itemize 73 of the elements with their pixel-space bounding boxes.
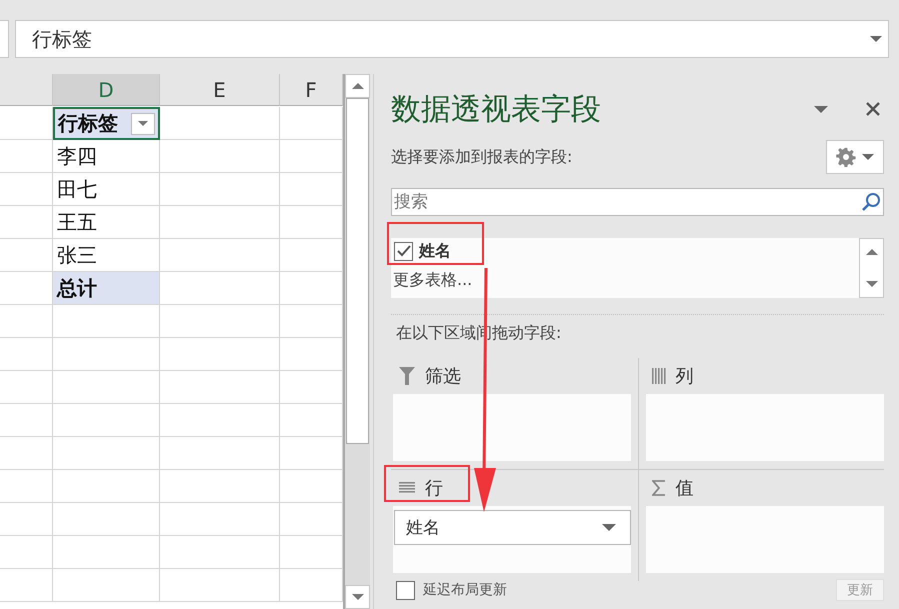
rows-icon <box>399 482 415 494</box>
total-cell: 总计 <box>53 272 160 305</box>
drop-area[interactable]: 姓名 <box>393 506 630 573</box>
scroll-down-button[interactable] <box>345 585 370 609</box>
column-header[interactable]: F <box>280 74 343 106</box>
more-tables-link[interactable]: 更多表格... <box>391 264 859 291</box>
table-cell: 王五 <box>53 206 160 239</box>
dropdown-caret-icon <box>870 36 882 42</box>
table-cell <box>0 371 53 404</box>
row-labels-cell[interactable]: 行标签 <box>53 107 160 140</box>
table-cell <box>280 140 343 173</box>
table-cell: 田七 <box>53 173 160 206</box>
area-label: 值 <box>676 477 694 500</box>
table-cell <box>280 437 343 470</box>
columns-icon <box>652 368 666 384</box>
formula-bar[interactable]: 行标签 <box>15 20 889 58</box>
settings-icon <box>836 147 856 167</box>
table-cell <box>280 404 343 437</box>
filter-dropdown-button[interactable] <box>131 112 155 134</box>
table-cell <box>280 503 343 536</box>
scroll-up-button[interactable] <box>345 74 370 98</box>
column-header[interactable]: D <box>53 74 160 106</box>
down-arrow-icon <box>866 281 878 287</box>
table-cell <box>280 272 343 305</box>
table-cell <box>280 470 343 503</box>
table-cell <box>0 173 53 206</box>
area-label: 筛选 <box>425 365 461 388</box>
checkbox[interactable] <box>394 242 413 260</box>
vertical-scrollbar[interactable] <box>343 74 370 609</box>
table-cell <box>0 206 53 239</box>
table-cell <box>0 140 53 173</box>
list-scrollbar[interactable] <box>859 238 884 298</box>
table-cell <box>0 536 53 569</box>
up-arrow-icon <box>866 249 878 255</box>
table-cell: 张三 <box>53 239 160 272</box>
caret-icon <box>814 106 828 112</box>
caret-icon <box>602 524 616 531</box>
up-arrow-icon <box>352 83 364 89</box>
table-cell <box>280 536 343 569</box>
table-cell <box>0 437 53 470</box>
table-cell <box>280 173 343 206</box>
field-chip[interactable]: 姓名 <box>394 510 630 545</box>
table-cell <box>0 503 53 536</box>
panel-title: 数据透视表字段 <box>391 90 601 128</box>
table-cell <box>0 338 53 371</box>
table-cell <box>0 272 53 305</box>
defer-update-label: 延迟布局更新 <box>423 581 507 599</box>
search-icon[interactable] <box>861 192 881 212</box>
column-header[interactable]: E <box>160 74 280 106</box>
area-label: 列 <box>676 365 694 388</box>
close-icon <box>866 102 880 116</box>
table-cell <box>280 239 343 272</box>
settings-button[interactable] <box>826 140 884 174</box>
field-label: 姓名 <box>419 240 451 262</box>
scrollbar-thumb[interactable] <box>346 98 369 444</box>
table-cell <box>0 239 53 272</box>
panel-subtitle: 选择要添加到报表的字段: <box>391 146 572 168</box>
table-cell <box>0 305 53 338</box>
table-cell <box>280 305 343 338</box>
caret-icon <box>862 154 874 160</box>
search-field[interactable]: 搜索 <box>391 188 884 216</box>
table-cell <box>280 206 343 239</box>
sigma-icon <box>652 480 666 496</box>
table-cell <box>280 338 343 371</box>
table-cell <box>0 404 53 437</box>
table-cell <box>280 371 343 404</box>
down-arrow-icon <box>352 594 364 600</box>
filter-icon <box>399 367 415 385</box>
table-cell: 李四 <box>53 140 160 173</box>
checkbox[interactable] <box>396 580 415 600</box>
caret-icon <box>138 121 148 126</box>
table-cell <box>0 470 53 503</box>
area-label: 行 <box>425 477 443 500</box>
